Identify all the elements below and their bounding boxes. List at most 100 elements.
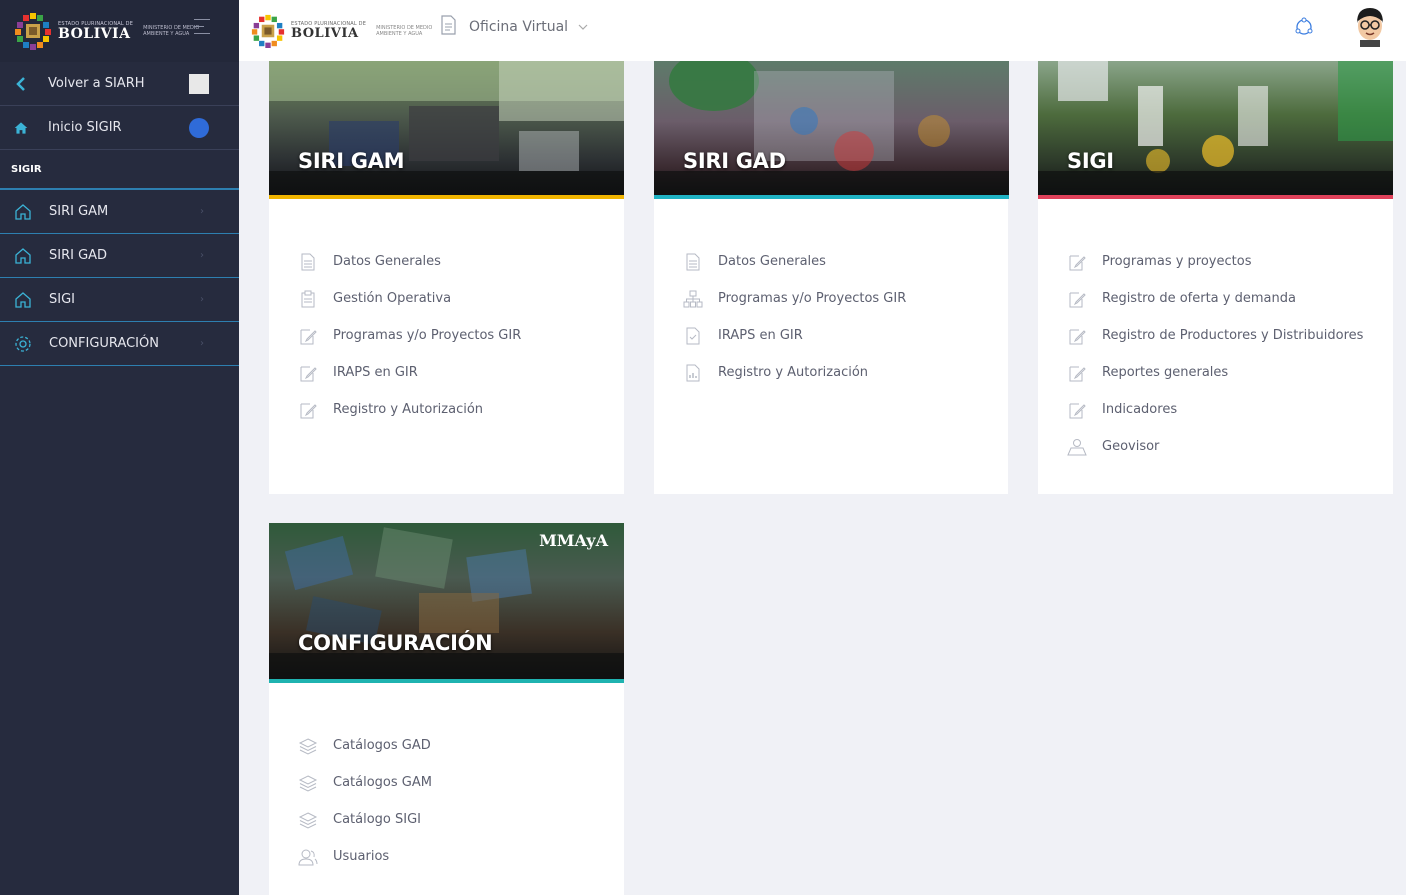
sidebar-brand[interactable]: ESTADO PLURINACIONAL DE BOLIVIA MINISTER…	[0, 0, 239, 62]
office-dropdown[interactable]: Oficina Virtual	[439, 15, 588, 39]
link-registro-autorizacion[interactable]: Registro y Autorización	[683, 354, 906, 391]
sidebar-item-label: SIRI GAM	[49, 204, 109, 219]
edit-icon	[1067, 290, 1087, 308]
card-accent-bar	[269, 195, 624, 199]
clipboard-icon	[298, 290, 318, 308]
link-label: Datos Generales	[333, 254, 441, 269]
edit-icon	[1067, 401, 1087, 419]
link-label: Datos Generales	[718, 254, 826, 269]
card-image: MMAyA CONFIGURACIÓN	[269, 523, 624, 679]
link-programas-proyectos[interactable]: Programas y/o Proyectos GIR	[298, 317, 521, 354]
card-title: SIRI GAD	[683, 149, 786, 173]
link-geovisor[interactable]: Geovisor	[1067, 428, 1363, 465]
card-image: SIGI	[1038, 61, 1393, 195]
chevron-right-icon: ›	[200, 250, 204, 261]
link-label: Catálogos GAD	[333, 738, 431, 753]
card-link-list: Datos Generales Gestión Operativa Progra…	[298, 243, 521, 428]
top-header: ESTADO PLURINACIONAL DE BOLIVIA MINISTER…	[239, 0, 1406, 61]
card-link-list: Programas y proyectos Registro de oferta…	[1067, 243, 1363, 465]
home-outline-icon	[14, 247, 32, 265]
card-siri-gam: SIRI GAM Datos Generales Gestión Operati…	[269, 61, 624, 494]
sidebar-item-siri-gad[interactable]: SIRI GAD ›	[0, 234, 239, 278]
link-productores-distribuidores[interactable]: Registro de Productores y Distribuidores	[1067, 317, 1363, 354]
gear-icon	[14, 335, 32, 353]
chevron-right-icon: ›	[200, 206, 204, 217]
home-outline-icon	[14, 203, 32, 221]
link-catalogos-gam[interactable]: Catálogos GAM	[298, 764, 432, 801]
sidebar-item-configuracion[interactable]: CONFIGURACIÓN ›	[0, 322, 239, 366]
link-registro-autorizacion[interactable]: Registro y Autorización	[298, 391, 521, 428]
card-title: CONFIGURACIÓN	[298, 631, 493, 655]
edit-icon	[298, 327, 318, 345]
document-icon	[683, 253, 703, 271]
sidebar-item-sigi[interactable]: SIGI ›	[0, 278, 239, 322]
link-label: IRAPS en GIR	[333, 365, 418, 380]
user-avatar[interactable]	[1351, 5, 1389, 47]
link-label: Indicadores	[1102, 402, 1178, 417]
link-catalogos-gad[interactable]: Catálogos GAD	[298, 727, 432, 764]
link-programas-proyectos[interactable]: Programas y proyectos	[1067, 243, 1363, 280]
link-label: Registro de oferta y demanda	[1102, 291, 1296, 306]
mmaya-logo: MMAyA	[539, 531, 608, 550]
edit-icon	[298, 401, 318, 419]
brand-ministry: MINISTERIO DE MEDIO AMBIENTE Y AGUA	[143, 25, 200, 37]
layers-icon	[298, 774, 318, 792]
link-label: Geovisor	[1102, 439, 1160, 454]
menu-toggle-icon[interactable]	[194, 19, 210, 40]
link-datos-generales[interactable]: Datos Generales	[298, 243, 521, 280]
link-programas-proyectos[interactable]: Programas y/o Proyectos GIR	[683, 280, 906, 317]
status-square	[189, 73, 209, 94]
link-label: Catálogos GAM	[333, 775, 432, 790]
card-title: SIRI GAM	[298, 149, 405, 173]
bolivia-emblem-icon	[14, 12, 52, 50]
card-photo-icon	[654, 61, 1009, 195]
sidebar-item-inicio-sigir[interactable]: Inicio SIGIR	[0, 106, 239, 150]
layers-icon	[298, 737, 318, 755]
sidebar-section-label: SIGIR	[0, 150, 239, 190]
edit-icon	[1067, 364, 1087, 382]
users-icon	[298, 848, 318, 866]
arrow-left-icon	[14, 76, 28, 92]
card-photo-icon	[269, 61, 624, 195]
card-photo-icon	[1038, 61, 1393, 195]
sidebar: ESTADO PLURINACIONAL DE BOLIVIA MINISTER…	[0, 0, 239, 895]
link-label: Registro de Productores y Distribuidores	[1102, 328, 1364, 343]
link-label: Registro y Autorización	[718, 365, 869, 380]
card-accent-bar	[654, 195, 1009, 199]
header-logo[interactable]: ESTADO PLURINACIONAL DE BOLIVIA MINISTER…	[251, 14, 456, 48]
sidebar-item-label: CONFIGURACIÓN	[49, 336, 159, 351]
chevron-right-icon: ›	[200, 294, 204, 305]
map-user-icon	[1067, 438, 1087, 456]
sidebar-item-label: Volver a SIARH	[48, 76, 145, 91]
link-catalogo-sigi[interactable]: Catálogo SIGI	[298, 801, 432, 838]
document-icon	[298, 253, 318, 271]
link-label: IRAPS en GIR	[718, 328, 803, 343]
sidebar-item-label: SIGI	[49, 292, 75, 307]
link-iraps-gir[interactable]: IRAPS en GIR	[298, 354, 521, 391]
link-oferta-demanda[interactable]: Registro de oferta y demanda	[1067, 280, 1363, 317]
link-reportes-generales[interactable]: Reportes generales	[1067, 354, 1363, 391]
document-icon	[439, 15, 457, 39]
home-outline-icon	[14, 291, 32, 309]
sidebar-item-label: SIRI GAD	[49, 248, 108, 263]
link-gestion-operativa[interactable]: Gestión Operativa	[298, 280, 521, 317]
link-iraps-gir[interactable]: IRAPS en GIR	[683, 317, 906, 354]
link-indicadores[interactable]: Indicadores	[1067, 391, 1363, 428]
notification-icon[interactable]	[1293, 16, 1315, 42]
status-dot	[189, 117, 209, 138]
link-label: Usuarios	[333, 849, 390, 864]
office-label: Oficina Virtual	[469, 19, 569, 35]
sidebar-item-siri-gam[interactable]: SIRI GAM ›	[0, 190, 239, 234]
link-datos-generales[interactable]: Datos Generales	[683, 243, 906, 280]
card-image: SIRI GAM	[269, 61, 624, 195]
bolivia-emblem-icon	[251, 14, 285, 48]
sidebar-item-volver-siarh[interactable]: Volver a SIARH	[0, 62, 239, 106]
chart-document-icon	[683, 364, 703, 382]
home-icon	[14, 119, 28, 137]
link-label: Programas y/o Proyectos GIR	[333, 328, 522, 343]
chevron-right-icon: ›	[200, 338, 204, 349]
card-link-list: Catálogos GAD Catálogos GAM Catálogo SIG…	[298, 727, 432, 875]
edit-icon	[298, 364, 318, 382]
link-usuarios[interactable]: Usuarios	[298, 838, 432, 875]
sidebar-item-label: Inicio SIGIR	[48, 120, 122, 135]
